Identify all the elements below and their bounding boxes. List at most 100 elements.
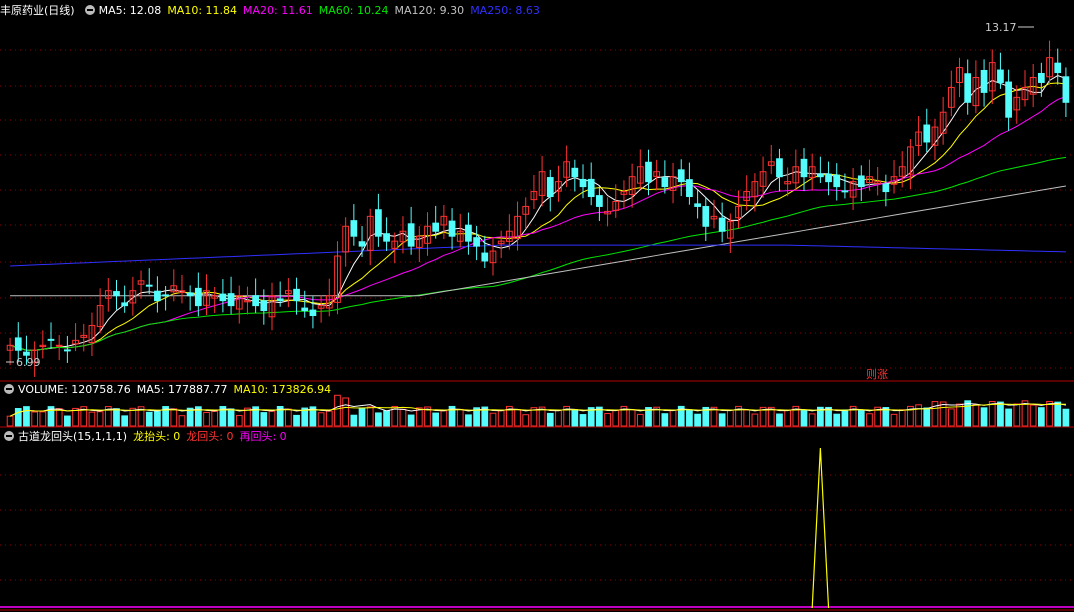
candle-body bbox=[309, 309, 317, 317]
candle-body bbox=[596, 195, 603, 207]
candle-body bbox=[432, 222, 440, 232]
candle-body bbox=[154, 290, 161, 302]
volume-bar bbox=[1046, 400, 1053, 427]
low-price-label: 6.99 bbox=[16, 356, 41, 369]
volume-bar bbox=[686, 409, 693, 427]
volume-bar bbox=[366, 406, 374, 427]
candle-body bbox=[980, 69, 988, 93]
candle-body bbox=[997, 69, 1004, 83]
candle-body bbox=[1062, 76, 1070, 103]
candle-body bbox=[293, 288, 300, 302]
moving-average-lines bbox=[9, 74, 1067, 351]
high-price-label: 13.17 bbox=[985, 21, 1017, 34]
long-raise-spike bbox=[811, 447, 830, 609]
candle-body bbox=[227, 293, 235, 307]
volume-bar bbox=[546, 412, 554, 427]
volume-bar bbox=[145, 411, 153, 427]
volume-bar bbox=[39, 411, 47, 427]
volume-bar bbox=[186, 407, 194, 427]
volume-bar bbox=[579, 414, 587, 427]
candle-body bbox=[465, 224, 472, 242]
volume-bar bbox=[121, 415, 129, 427]
volume-bars bbox=[6, 394, 1070, 427]
volume-bar bbox=[612, 409, 620, 427]
volume-bar bbox=[456, 408, 464, 427]
volume-bar bbox=[64, 415, 71, 427]
volume-bar bbox=[866, 413, 873, 427]
volume-bar bbox=[784, 409, 791, 427]
volume-bar bbox=[432, 412, 440, 427]
candle-body bbox=[186, 292, 194, 297]
candle-body bbox=[923, 124, 931, 143]
candle-body bbox=[301, 307, 309, 312]
volume-bar bbox=[178, 415, 186, 427]
volume-bar bbox=[947, 408, 955, 427]
volume-bar bbox=[317, 412, 325, 427]
volume-bar bbox=[694, 413, 701, 427]
volume-bar bbox=[604, 413, 611, 427]
volume-bar bbox=[808, 413, 816, 427]
candle-body bbox=[645, 161, 652, 183]
candle-body bbox=[1037, 72, 1045, 83]
volume-bar bbox=[154, 411, 161, 427]
volume-bar bbox=[972, 404, 980, 427]
volume-bar bbox=[669, 409, 677, 427]
volume-bar bbox=[628, 409, 636, 427]
volume-bar bbox=[6, 415, 14, 427]
candle-body bbox=[571, 167, 579, 178]
volume-bar bbox=[170, 408, 178, 427]
candle-body bbox=[481, 252, 489, 262]
volume-bar bbox=[555, 410, 562, 427]
candle-body bbox=[587, 178, 595, 198]
volume-bar bbox=[88, 411, 96, 427]
candle-body bbox=[825, 173, 832, 183]
candle-body bbox=[448, 220, 456, 237]
volume-bar bbox=[55, 408, 63, 427]
candle-body bbox=[882, 183, 890, 193]
candle-body bbox=[800, 158, 808, 178]
candle-body bbox=[857, 175, 865, 188]
candle-body bbox=[194, 287, 202, 307]
candle-body bbox=[252, 295, 259, 307]
candle-body bbox=[776, 158, 783, 178]
candle-body bbox=[702, 206, 710, 227]
candle-body bbox=[113, 291, 120, 297]
volume-bar bbox=[129, 407, 137, 427]
volume-bar bbox=[915, 404, 922, 427]
volume-bar bbox=[31, 411, 39, 427]
candle-body bbox=[833, 174, 841, 188]
candle-body bbox=[546, 177, 554, 198]
volume-bar bbox=[923, 407, 931, 427]
volume-bar bbox=[1062, 408, 1070, 427]
kline-chart[interactable]: 13.17 6.99 则涨 bbox=[0, 0, 1074, 612]
volume-bar bbox=[211, 410, 219, 427]
candle-body bbox=[686, 179, 693, 198]
volume-bar bbox=[514, 409, 521, 427]
volume-bar bbox=[497, 410, 505, 427]
grid-lines bbox=[0, 49, 1074, 611]
volume-bar bbox=[440, 410, 448, 427]
volume-bar bbox=[956, 403, 963, 427]
volume-bar bbox=[260, 412, 268, 427]
volume-bar bbox=[465, 414, 472, 427]
candle-body bbox=[14, 337, 22, 351]
volume-bar bbox=[1005, 408, 1012, 427]
candle-body bbox=[964, 73, 972, 103]
indicator-lines bbox=[0, 447, 1074, 609]
candle-body bbox=[473, 237, 480, 247]
volume-bar bbox=[227, 408, 235, 427]
candle-body bbox=[375, 209, 382, 237]
candle-body bbox=[579, 178, 587, 188]
volume-bar bbox=[203, 411, 210, 427]
volume-bar bbox=[939, 401, 947, 427]
event-label: 则涨 bbox=[866, 368, 888, 381]
candle-body bbox=[23, 351, 30, 356]
volume-bar bbox=[268, 410, 276, 427]
volume-bar bbox=[1029, 404, 1037, 427]
volume-bar bbox=[661, 413, 669, 427]
volume-bar bbox=[342, 397, 350, 427]
volume-bar bbox=[358, 407, 366, 427]
candle-body bbox=[817, 173, 824, 178]
ma120-line bbox=[10, 185, 1066, 297]
volume-bar bbox=[399, 408, 407, 427]
